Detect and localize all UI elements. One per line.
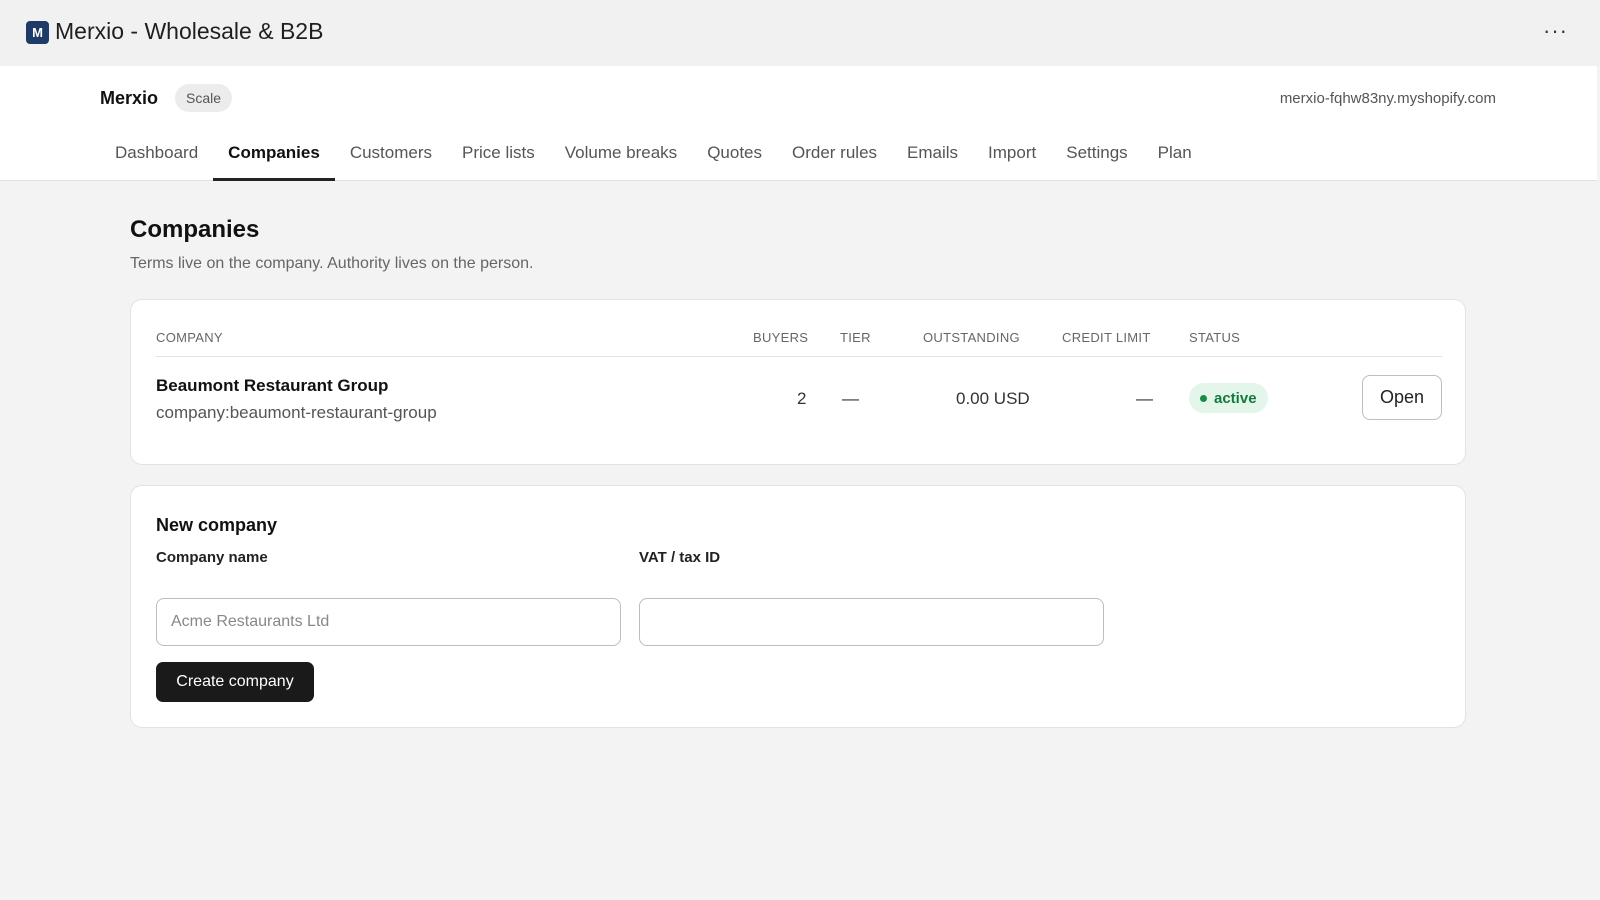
status-badge: active <box>1189 383 1268 413</box>
tab-settings[interactable]: Settings <box>1051 132 1142 181</box>
company-handle: company:beaumont-restaurant-group <box>156 403 437 422</box>
status-dot-icon <box>1200 394 1207 402</box>
app-logo-icon: M <box>26 21 49 44</box>
column-header-credit-limit: CREDIT LIMIT <box>1062 330 1151 345</box>
column-header-status: STATUS <box>1189 330 1241 345</box>
tab-price-lists[interactable]: Price lists <box>447 132 550 181</box>
column-header-outstanding: OUTSTANDING <box>923 330 1020 345</box>
page-subtitle: Terms live on the company. Authority liv… <box>130 255 534 272</box>
new-company-form: New company Company name VAT / tax ID Cr… <box>130 485 1466 728</box>
tier-value: — <box>842 389 859 408</box>
tab-volume-breaks[interactable]: Volume breaks <box>550 132 692 181</box>
open-company-button[interactable]: Open <box>1362 375 1442 420</box>
buyers-count: 2 <box>797 389 807 408</box>
plan-badge: Scale <box>175 84 233 112</box>
tab-dashboard[interactable]: Dashboard <box>100 132 213 181</box>
shop-domain: merxio-fqhw83ny.myshopify.com <box>1279 90 1496 107</box>
company-name-input[interactable] <box>156 598 621 646</box>
outstanding-value: 0.00 USD <box>956 389 1030 408</box>
companies-table: COMPANY BUYERS TIER OUTSTANDING CREDIT L… <box>130 299 1466 465</box>
status-label: active <box>1214 389 1257 407</box>
tab-emails[interactable]: Emails <box>892 132 973 181</box>
create-company-button[interactable]: Create company <box>156 662 314 702</box>
form-title: New company <box>156 515 278 535</box>
tab-order-rules[interactable]: Order rules <box>777 132 892 181</box>
main-tabs: Dashboard Companies Customers Price list… <box>100 132 1207 181</box>
app-top-bar: M Merxio - Wholesale & B2B ··· <box>0 0 1600 66</box>
app-title: Merxio - Wholesale & B2B <box>55 18 324 44</box>
tab-plan[interactable]: Plan <box>1143 132 1207 181</box>
tab-companies[interactable]: Companies <box>213 132 335 181</box>
shop-name: Merxio <box>100 88 159 108</box>
tab-import[interactable]: Import <box>973 132 1051 181</box>
tab-quotes[interactable]: Quotes <box>692 132 777 181</box>
vat-id-input[interactable] <box>639 598 1104 646</box>
company-name-label: Company name <box>156 549 268 566</box>
vat-label: VAT / tax ID <box>639 549 721 566</box>
app-header: Merxio Scale merxio-fqhw83ny.myshopify.c… <box>0 66 1597 181</box>
tab-customers[interactable]: Customers <box>335 132 447 181</box>
header-divider <box>156 356 1442 357</box>
page-title: Companies <box>130 216 260 243</box>
column-header-company: COMPANY <box>156 330 223 345</box>
more-actions-icon[interactable]: ··· <box>1543 18 1568 44</box>
column-header-tier: TIER <box>840 330 871 345</box>
company-name: Beaumont Restaurant Group <box>156 376 389 395</box>
credit-limit-value: — <box>1136 389 1153 408</box>
column-header-buyers: BUYERS <box>753 330 809 345</box>
